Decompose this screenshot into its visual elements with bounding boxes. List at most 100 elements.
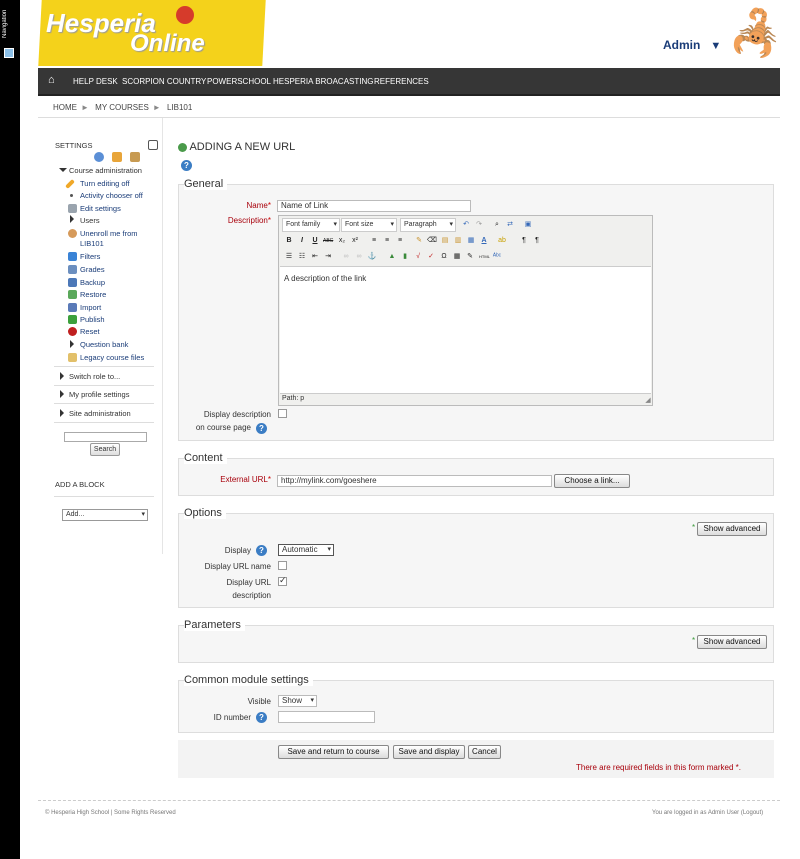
display-select[interactable]: Automatic ▾ [278, 544, 334, 556]
italic-icon[interactable]: I [297, 236, 307, 246]
user-menu[interactable]: Admin ▼ [663, 38, 721, 52]
sidebar-search-input[interactable] [64, 432, 147, 442]
ltr-icon[interactable]: ¶ [519, 236, 529, 246]
unlink-icon[interactable]: ∞ [354, 252, 364, 262]
dock-block-icon[interactable] [148, 140, 158, 150]
link-icon[interactable]: ∞ [341, 252, 351, 262]
external-url-input[interactable]: http://mylink.com/goeshere [277, 475, 552, 487]
parameters-legend[interactable]: Parameters [184, 619, 245, 631]
paste-word-icon[interactable]: ▥ [453, 236, 463, 246]
paragraph-format-select[interactable]: Paragraph ▾ [400, 218, 456, 232]
id-number-input[interactable] [278, 711, 375, 723]
edit-table-icon[interactable]: ✎ [465, 252, 475, 262]
anchor-icon[interactable]: ⚓ [367, 252, 377, 262]
equation-icon[interactable]: √ [413, 252, 423, 262]
roles-icon[interactable] [130, 152, 140, 162]
align-left-icon[interactable]: ≡ [369, 236, 379, 246]
navigation-dock-label[interactable]: Navigation [2, 4, 16, 44]
sidebar-item-users[interactable]: Users [80, 216, 100, 226]
cancel-button[interactable]: Cancel [468, 745, 501, 759]
switch-role-node[interactable]: Switch role to... [69, 372, 120, 382]
breadcrumb-course[interactable]: LIB101 [167, 103, 192, 112]
display-description-checkbox[interactable] [278, 409, 287, 418]
options-show-advanced-button[interactable]: Show advanced [697, 522, 767, 536]
fullscreen-icon[interactable]: ▣ [523, 220, 533, 230]
align-right-icon[interactable]: ≡ [395, 236, 405, 246]
display-url-name-checkbox[interactable] [278, 561, 287, 570]
general-legend[interactable]: General [184, 178, 228, 190]
nav-item-scorpion-country[interactable]: SCORPION COUNTRY [122, 77, 206, 86]
options-legend[interactable]: Options [184, 507, 226, 519]
breadcrumb-home[interactable]: HOME [53, 103, 77, 112]
sidebar-item-question-bank[interactable]: Question bank [80, 340, 128, 350]
sidebar-search-button[interactable]: Search [90, 443, 120, 456]
footer-login-info[interactable]: You are logged in as Admin User (Logout) [652, 810, 763, 816]
sidebar-item-edit-settings[interactable]: Edit settings [80, 204, 121, 214]
eraser-icon[interactable]: ⌫ [427, 236, 437, 246]
save-and-display-button[interactable]: Save and display [393, 745, 465, 759]
sidebar-item-publish[interactable]: Publish [80, 315, 105, 325]
nav-item-references[interactable]: REFERENCES [374, 77, 429, 86]
undo-icon[interactable]: ↶ [461, 220, 471, 230]
sidebar-item-import[interactable]: Import [80, 303, 101, 313]
spellchecker-icon[interactable]: ᴬᵇᶜ [492, 252, 502, 262]
bold-icon[interactable]: B [284, 236, 294, 246]
image-icon[interactable]: ▲ [387, 252, 397, 262]
sidebar-item-filters[interactable]: Filters [80, 252, 100, 262]
display-help-icon[interactable]: ? [256, 545, 267, 556]
redo-icon[interactable]: ↷ [474, 220, 484, 230]
editor-content-area[interactable]: A description of the link [280, 266, 651, 394]
site-logo[interactable]: Hesperia Online [38, 0, 268, 66]
subscript-icon[interactable]: x₂ [337, 236, 347, 246]
strikethrough-icon[interactable]: ABC [323, 236, 333, 246]
special-char-icon[interactable]: Ω [439, 252, 449, 262]
sidebar-item-grades[interactable]: Grades [80, 265, 105, 275]
paste-text-icon[interactable]: ▤ [440, 236, 450, 246]
sidebar-item-reset[interactable]: Reset [80, 327, 100, 337]
nav-item-help-desk[interactable]: HELP DESK [73, 77, 118, 86]
outdent-icon[interactable]: ⇤ [310, 252, 320, 262]
find-icon[interactable]: ⌕ [492, 220, 502, 230]
sidebar-item-unenroll[interactable]: Unenroll me from LIB101 [80, 229, 138, 249]
nav-item-hesperia-broacasting[interactable]: HESPERIA BROACASTING [273, 77, 373, 86]
sidebar-item-restore[interactable]: Restore [80, 290, 106, 300]
background-color-icon[interactable]: ab [497, 236, 507, 246]
sidebar-item-legacy-course-files[interactable]: Legacy course files [80, 353, 144, 363]
move-icon[interactable] [94, 152, 104, 162]
common-module-legend[interactable]: Common module settings [184, 674, 313, 686]
visible-select[interactable]: Show ▾ [278, 695, 317, 707]
choose-link-button[interactable]: Choose a link... [554, 474, 630, 488]
bullet-list-icon[interactable]: ☰ [284, 252, 294, 262]
course-administration-node[interactable]: Course administration [69, 166, 142, 176]
home-icon[interactable]: ⌂ [48, 74, 60, 86]
sidebar-item-turn-editing-off[interactable]: Turn editing off [80, 179, 130, 189]
content-legend[interactable]: Content [184, 452, 227, 464]
save-and-return-button[interactable]: Save and return to course [278, 745, 389, 759]
sidebar-item-backup[interactable]: Backup [80, 278, 105, 288]
nav-item-powerschool[interactable]: POWERSCHOOL [207, 77, 271, 86]
html-icon[interactable]: HTML [479, 252, 490, 262]
spell-check-icon[interactable]: ✓ [426, 252, 436, 262]
rtl-icon[interactable]: ¶ [532, 236, 542, 246]
breadcrumb-my-courses[interactable]: MY COURSES [95, 103, 149, 112]
sidebar-item-activity-chooser-off[interactable]: Activity chooser off [80, 191, 143, 201]
text-color-icon[interactable]: A [479, 236, 489, 246]
my-profile-settings-node[interactable]: My profile settings [69, 390, 129, 400]
parameters-show-advanced-button[interactable]: Show advanced [697, 635, 767, 649]
dock-block-icon[interactable] [4, 48, 14, 58]
font-size-select[interactable]: Font size ▾ [341, 218, 397, 232]
superscript-icon[interactable]: x² [350, 236, 360, 246]
page-help-icon[interactable]: ? [181, 160, 192, 171]
site-administration-node[interactable]: Site administration [69, 409, 131, 419]
font-family-select[interactable]: Font family ▾ [282, 218, 340, 232]
underline-icon[interactable]: U [310, 236, 320, 246]
clean-icon[interactable]: ✎ [414, 236, 424, 246]
name-input[interactable]: Name of Link [277, 200, 471, 212]
table-icon[interactable]: ▦ [452, 252, 462, 262]
select-all-icon[interactable]: ▦ [466, 236, 476, 246]
add-block-select[interactable]: Add... ▾ [62, 509, 148, 521]
indent-icon[interactable]: ⇥ [323, 252, 333, 262]
replace-icon[interactable]: ⇄ [505, 220, 515, 230]
align-center-icon[interactable]: ≡ [382, 236, 392, 246]
resize-handle-icon[interactable]: ◢ [643, 396, 653, 406]
